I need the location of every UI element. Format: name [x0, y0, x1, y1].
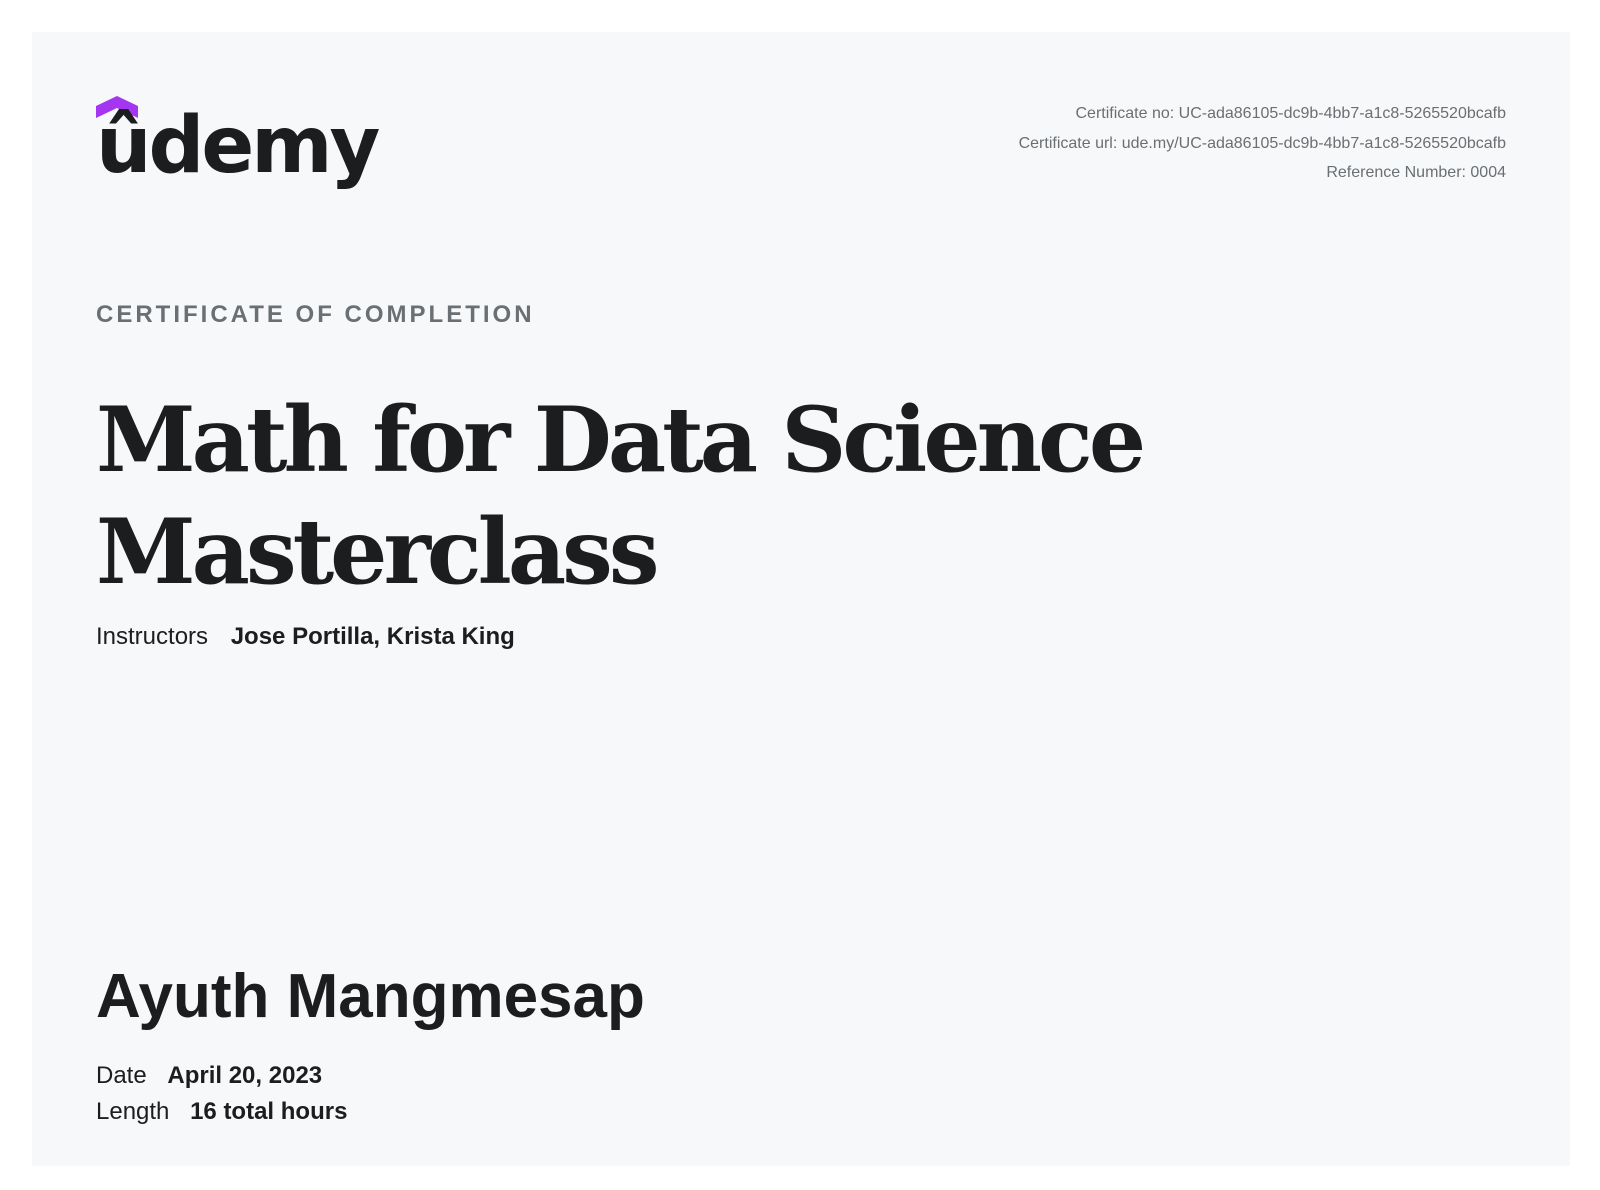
certificate-heading: CERTIFICATE OF COMPLETION	[96, 301, 535, 328]
certificate-url[interactable]: Certificate url: ude.my/UC-ada86105-dc9b…	[1019, 129, 1506, 159]
course-length: Length 16 total hours	[96, 1097, 347, 1127]
course-title: Math for Data Science Masterclass	[96, 387, 1146, 605]
completion-date: Date April 20, 2023	[96, 1061, 322, 1091]
instructor-name: Jose Portilla,	[230, 623, 381, 650]
recipient-name: Ayuth Mangmesap	[96, 962, 645, 1031]
length-label: Length	[96, 1098, 170, 1125]
reference-number: Reference Number: 0004	[1326, 164, 1506, 181]
logo-wordmark: ûdemy	[96, 101, 380, 191]
date-value: April 20, 2023	[167, 1062, 323, 1089]
certificate-meta: Certificate no: UC-ada86105-dc9b-4bb7-a1…	[1019, 99, 1506, 188]
instructors-line: Instructors Jose Portilla, Krista King	[96, 622, 515, 652]
date-label: Date	[96, 1062, 147, 1089]
instructors-label: Instructors	[96, 623, 209, 650]
instructor-name: Krista King	[386, 623, 515, 650]
udemy-logo: ûdemy	[96, 96, 380, 196]
length-value: 16 total hours	[190, 1098, 348, 1125]
certificate-card: ûdemy Certificate no: UC-ada86105-dc9b-4…	[32, 32, 1570, 1166]
certificate-number: Certificate no: UC-ada86105-dc9b-4bb7-a1…	[1075, 105, 1506, 122]
